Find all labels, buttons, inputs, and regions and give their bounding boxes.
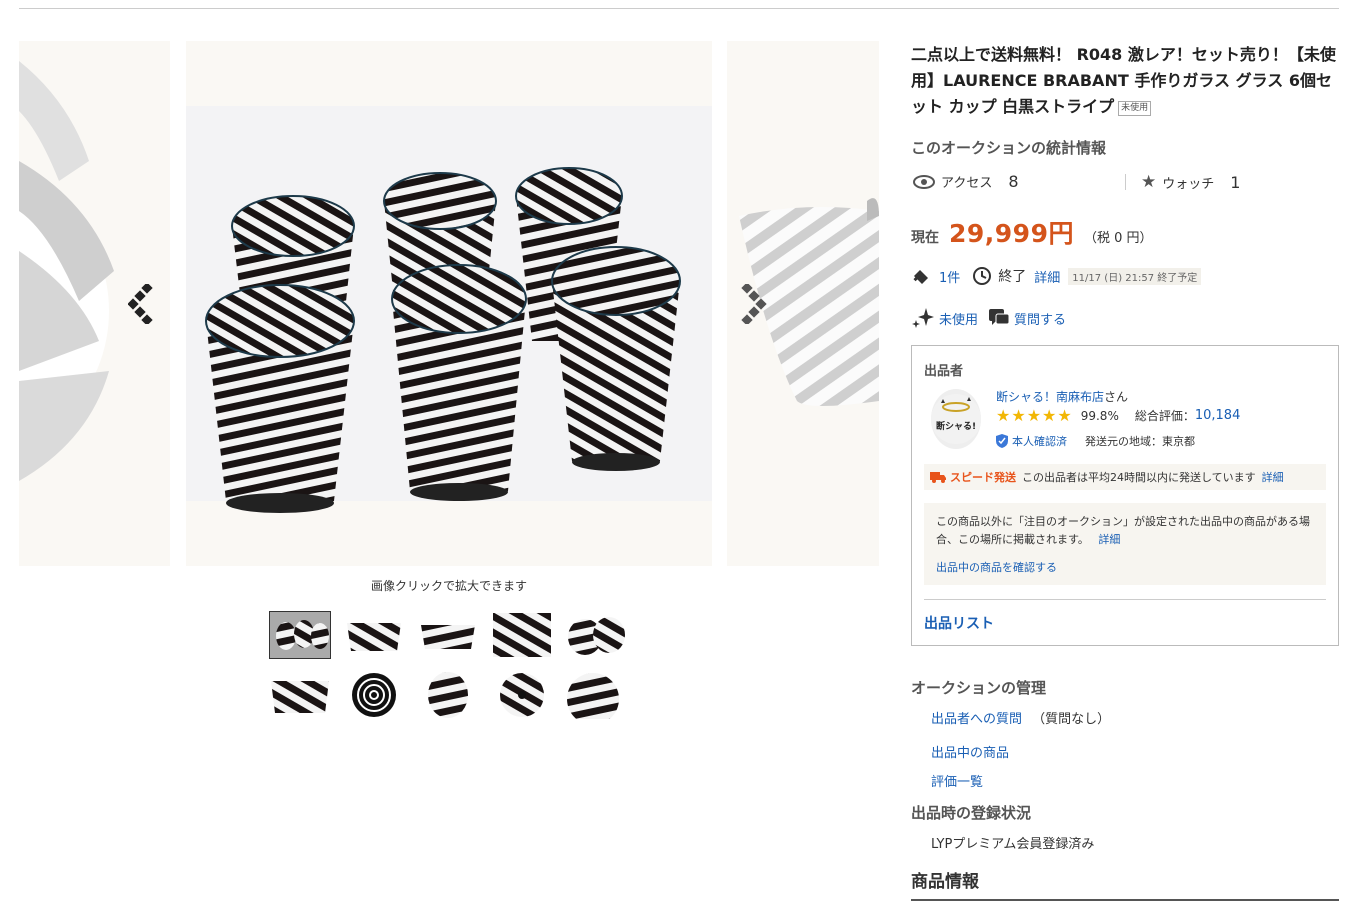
rating-stars-icon: ★★★★★ [996,406,1073,425]
bid-count-link[interactable]: 1件 [939,267,960,286]
chat-icon [989,309,1010,325]
watch-count: 1 [1230,172,1241,192]
condition-badge: 未使用 [1118,101,1152,116]
thumbnail-2[interactable] [343,611,405,659]
product-info-divider [911,899,1339,901]
thumbnail-6-art [269,671,331,719]
thumbnail-1-art [270,612,330,658]
speed-label: スピード発送 [950,471,1016,484]
thumbnail-1[interactable] [269,611,331,659]
management-heading: オークションの管理 [911,679,1047,697]
seller-avatar[interactable]: 断シャる! [931,389,981,449]
management-question-row: 出品者への質問 （質問なし） [931,708,1110,727]
thumbnail-5[interactable] [565,611,627,659]
thumbnail-8-art [417,671,479,719]
stats-divider [1125,174,1126,190]
speed-shipping-banner: スピード発送 この出品者は平均24時間以内に発送しています 詳細 [924,464,1326,490]
access-label: アクセス [941,176,993,191]
thumbnail-4[interactable] [491,611,553,659]
price-label: 現在 [911,230,939,246]
question-status: （質問なし） [1032,712,1111,727]
thumbnail-10-art [565,671,627,719]
stats-heading: このオークションの統計情報 [911,139,1107,157]
thumbnail-6[interactable] [269,671,331,719]
seller-name-suffix: さん [1104,390,1129,404]
thumbnail-9[interactable] [491,671,553,719]
zoom-note: 画像クリックで拡大できます [370,579,527,593]
bid-info-row: 1件 終了 詳細 11/17 (日) 21:57 終了予定 [911,266,1202,286]
end-detail-link[interactable]: 詳細 [1034,267,1060,286]
seller-logo: 断シャる! [931,394,981,444]
ship-from: 発送元の地域：東京都 [1085,435,1195,448]
eye-icon [913,174,935,189]
thumbnail-2-art [343,611,405,659]
listing-title: 二点以上で送料無料！ R048 激レア！セット売り！【未使用】LAURENCE … [911,42,1339,120]
condition-row: 未使用 質問する [911,306,1066,330]
gallery-main-image[interactable] [186,41,712,566]
speed-detail-link[interactable]: 詳細 [1262,469,1284,485]
chevron-left-icon [127,282,153,326]
star-icon: ★ [1141,172,1157,192]
seller-list-link[interactable]: 出品リスト [924,613,994,633]
registration-status: LYPプレミアム会員登録済み [931,837,1095,852]
end-date: 11/17 (日) 21:57 終了予定 [1068,267,1202,285]
shield-check-icon [996,434,1008,448]
condition-link[interactable]: 未使用 [939,309,978,328]
thumbnail-10[interactable] [565,671,627,719]
seller-rating: ★★★★★ 99.8% 総合評価： 10,184 [996,406,1240,425]
product-info-heading: 商品情報 [911,872,979,892]
thumbnail-7[interactable] [343,671,405,719]
thumbnail-3[interactable] [417,611,479,659]
seller-divider [924,599,1326,600]
question-link[interactable]: 質問する [1014,309,1066,328]
clock-icon [973,267,992,285]
ratings-list-link[interactable]: 評価一覧 [931,771,983,790]
check-items-link[interactable]: 出品中の商品を確認する [936,559,1057,577]
notice-text: この商品以外に「注目のオークション」が設定された出品中の商品がある場合、この場所… [936,515,1310,546]
seller-box: 出品者 断シャる! 断シャる！南麻布店さん ★★★★★ 99.8% 総合評価： … [911,345,1339,646]
main-product-photo [186,106,712,513]
seller-question-link[interactable]: 出品者への質問 [931,712,1022,727]
watch-label: ウォッチ [1162,176,1215,192]
seller-items-link[interactable]: 出品中の商品 [931,742,1009,761]
stats-row: アクセス 8 ★ ウォッチ 1 [911,170,1339,196]
total-rating-label: 総合評価： [1134,409,1195,423]
seller-section-label: 出品者 [924,364,964,379]
thumbnail-7-art [343,671,405,719]
tax-amount: （税 0 円） [1083,231,1153,246]
rating-percent: 99.8% [1080,408,1119,423]
access-stat: アクセス 8 [913,172,1019,191]
end-label: 終了 [998,269,1027,285]
thumbnail-8[interactable] [417,671,479,719]
chevron-right-icon [741,282,767,326]
gavel-icon [913,270,928,284]
seller-logo-text: 断シャる! [936,420,976,432]
watch-stat[interactable]: ★ ウォッチ 1 [1141,172,1240,192]
verified-link[interactable]: 本人確認済 [1012,433,1067,449]
seller-name-link[interactable]: 断シャる！南麻布店 [996,390,1104,404]
access-count: 8 [1008,172,1019,191]
seller-verify-row: 本人確認済 発送元の地域：東京都 [996,433,1195,449]
seller-name-row: 断シャる！南麻布店さん [996,388,1128,405]
sparkle-icon [912,308,934,328]
prev-image-arrow[interactable] [127,282,158,326]
total-rating-link[interactable]: 10,184 [1195,408,1241,423]
thumbnail-9-art [491,671,553,719]
thumbnail-5-art [565,611,627,659]
top-divider [19,8,1339,9]
next-image-arrow[interactable] [738,282,768,326]
price-row: 現在 29,999円 （税 0 円） [911,214,1153,250]
thumbnail-4-art [491,611,553,659]
notice-detail-link[interactable]: 詳細 [1098,533,1120,546]
truck-icon [930,472,946,483]
speed-text: この出品者は平均24時間以内に発送しています [1022,471,1256,484]
registration-heading: 出品時の登録状況 [911,804,1032,822]
current-price: 29,999円 [949,219,1074,248]
featured-notice: この商品以外に「注目のオークション」が設定された出品中の商品がある場合、この場所… [924,503,1326,585]
thumbnail-3-art [417,611,479,659]
